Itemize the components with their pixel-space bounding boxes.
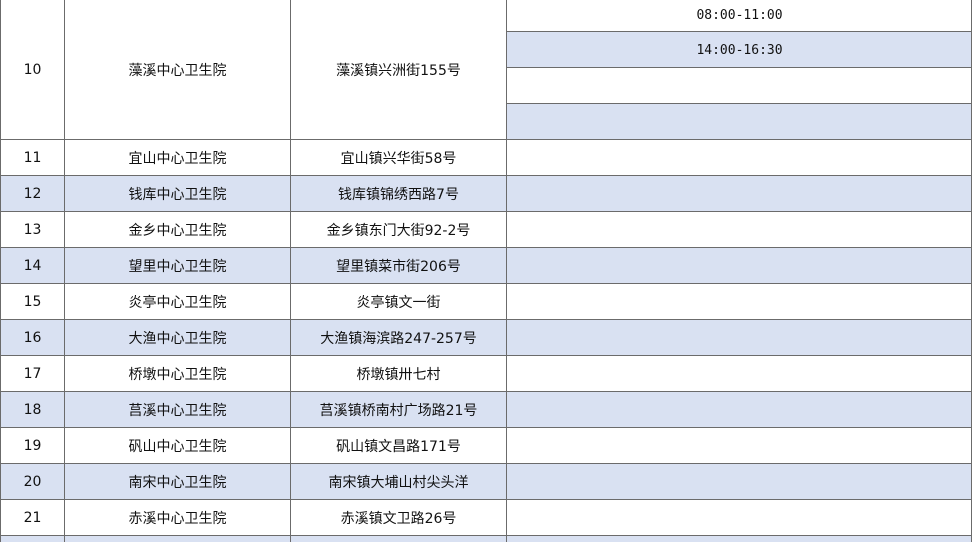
row-time [507,392,972,428]
row-address: 南宋镇大埔山村尖头洋 [290,464,507,500]
row-divider [0,463,972,464]
row-divider [0,211,972,212]
row-address: 矾山镇文昌路171号 [336,439,461,455]
row10-hospital-name: 藻溪中心卫生院 [128,63,227,79]
row-number: 21 [23,510,42,526]
row-hospital-name: 南宋中心卫生院 [65,464,290,500]
row-address: 莒溪镇桥南村广场路21号 [290,392,507,428]
row-number: 16 [0,320,65,356]
row-address: 望里镇菜市街206号 [290,248,507,284]
row-address: 钱库镇锦绣西路7号 [290,176,507,212]
row-hospital-name: 炎亭中心卫生院 [128,295,227,311]
row-hospital-name: 莒溪中心卫生院 [65,392,290,428]
row-number: 17 [23,366,42,382]
row-hospital-name: 望里中心卫生院 [65,248,290,284]
row-divider [0,355,972,356]
next-row-bg [0,536,972,542]
row-divider [0,139,972,140]
row-time [507,320,972,356]
row-divider [506,67,972,68]
row-hospital-name: 矾山中心卫生院 [128,439,227,455]
row-address: 金乡镇东门大街92-2号 [326,223,471,239]
row-hospital-name: 桥墩中心卫生院 [128,367,227,383]
row10-time-2: 14:00-16:30 [696,42,783,58]
row-number: 15 [23,294,42,310]
row-time [507,428,972,464]
row-time [507,500,972,536]
column-divider [290,0,291,542]
row-time [507,140,972,176]
row-divider [0,175,972,176]
row-divider [0,391,972,392]
row-hospital-name: 大渔中心卫生院 [65,320,290,356]
row-number: 12 [0,176,65,212]
column-divider [0,0,1,542]
row-number: 19 [23,438,42,454]
row-number: 14 [0,248,65,284]
row10-address: 藻溪镇兴洲街155号 [336,63,461,79]
row-divider [0,499,972,500]
row10-number: 10 [23,62,42,78]
row-hospital-name: 钱库中心卫生院 [65,176,290,212]
row-number: 18 [0,392,65,428]
row-divider [0,535,972,536]
row-address: 宜山镇兴华街58号 [340,151,457,167]
column-divider [506,0,507,542]
row-time [507,176,972,212]
row-number: 13 [23,222,42,238]
row-address: 赤溪镇文卫路26号 [340,511,457,527]
row-divider [0,247,972,248]
row-divider [0,283,972,284]
hospital-table: 10 藻溪中心卫生院 藻溪镇兴洲街155号 08:00-11:00 14:00-… [0,0,972,542]
row-hospital-name: 宜山中心卫生院 [128,151,227,167]
row-time [507,212,972,248]
row-address: 炎亭镇文一街 [356,295,441,311]
row-number: 11 [23,150,42,166]
row-hospital-name: 赤溪中心卫生院 [128,511,227,527]
row-time [507,464,972,500]
row-time [507,248,972,284]
row-hospital-name: 金乡中心卫生院 [128,223,227,239]
row10-time-3 [507,68,972,104]
row-number: 20 [0,464,65,500]
column-divider [64,0,65,542]
row-time [507,284,972,320]
row-divider [0,319,972,320]
row-address: 桥墩镇卅七村 [356,367,441,383]
row-time [507,356,972,392]
row-divider [506,103,972,104]
row10-time-4 [507,104,972,140]
row-divider [0,427,972,428]
row-address: 大渔镇海滨路247-257号 [290,320,507,356]
row-divider [506,31,972,32]
row10-time-1: 08:00-11:00 [696,8,783,23]
